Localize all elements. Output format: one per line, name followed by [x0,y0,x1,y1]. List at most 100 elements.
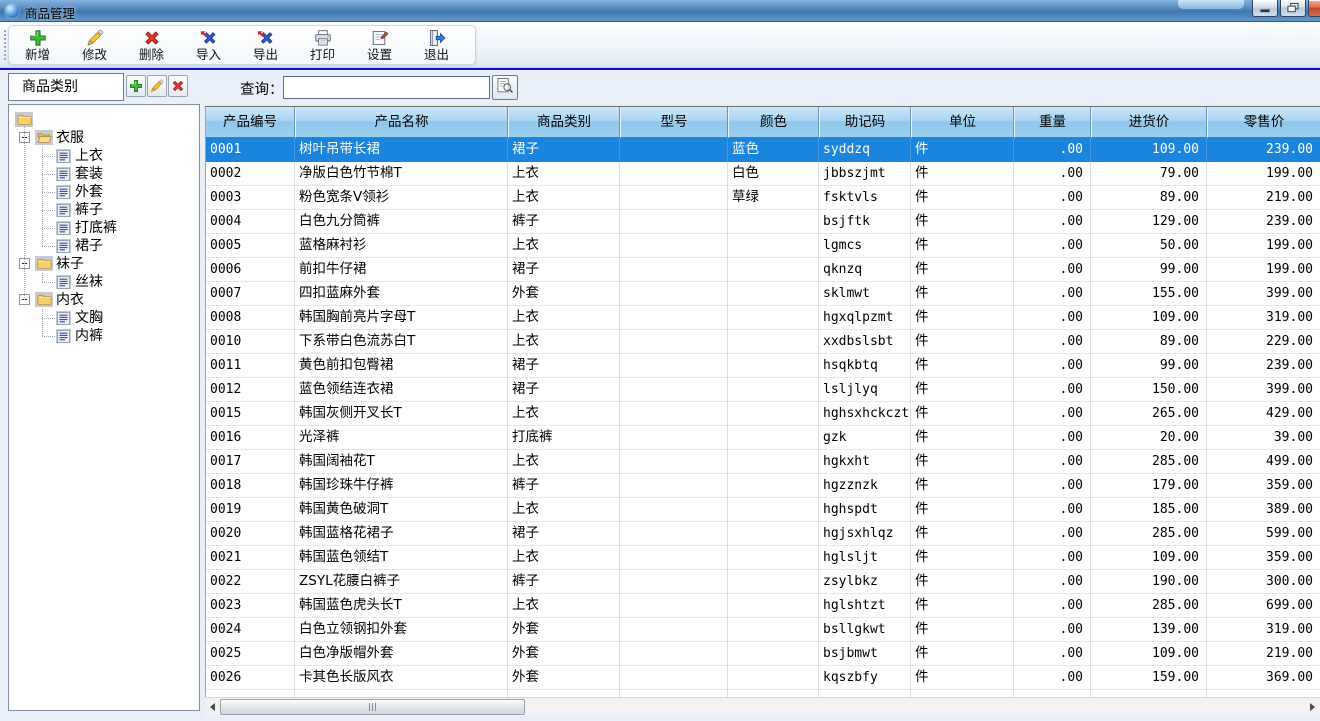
scroll-left-arrow[interactable] [205,698,220,716]
tree-item-内衣[interactable]: 内衣 [9,291,199,309]
table-row[interactable]: 0023韩国蓝色虎头长T上衣hglshtzt件.00285.00699.00 [206,594,1320,618]
tree-item-外套[interactable]: 外套 [9,183,199,201]
column-header-1[interactable]: 产品名称 [295,107,508,138]
tree-item-丝袜[interactable]: 丝袜 [9,273,199,291]
table-cell: 草绿 [728,186,819,210]
column-header-4[interactable]: 颜色 [728,107,819,138]
table-cell: 韩国黄色破洞T [295,498,508,522]
table-row[interactable]: 0004白色九分筒裤裤子bsjftk件.00129.00239.00 [206,210,1320,234]
main-content: 商品类别 查询： 衣服上衣套装外套裤子打底裤裙子袜子丝袜内衣文胸内裤 产品编号产… [0,70,1320,721]
add-category-button[interactable] [126,75,146,97]
query-search-button[interactable] [492,75,518,100]
toolbar-button-edit[interactable]: 修改 [66,26,123,64]
table-row[interactable]: 0015韩国灰侧开叉长T上衣hghsxhckczt件.00265.00429.0… [206,402,1320,426]
table-cell: 上衣 [508,402,620,426]
table-row[interactable]: 0017韩国阔袖花T上衣hgkxht件.00285.00499.00 [206,450,1320,474]
scrollbar-thumb[interactable] [220,699,525,715]
table-row[interactable]: 0008韩国胸前亮片字母T上衣hgxqlpzmt件.00109.00319.00 [206,306,1320,330]
tree-item-上衣[interactable]: 上衣 [9,147,199,165]
table-cell [620,234,728,258]
tree-item-套装[interactable]: 套装 [9,165,199,183]
toolbar-button-settings[interactable]: 设置 [351,26,408,64]
table-row[interactable]: 0001树叶吊带长裙裙子蓝色syddzq件.00109.00239.00 [206,138,1320,162]
table-row[interactable]: 0019韩国黄色破洞T上衣hghspdt件.00185.00389.00 [206,498,1320,522]
column-header-0[interactable]: 产品编号 [206,107,295,138]
tree-item-内裤[interactable]: 内裤 [9,327,199,345]
table-row[interactable]: 0006前扣牛仔裙裙子qknzq件.0099.00199.00 [206,258,1320,282]
tree-item-文胸[interactable]: 文胸 [9,309,199,327]
table-cell: 0011 [206,354,295,378]
tree-item-袜子[interactable]: 袜子 [9,255,199,273]
table-cell: 0001 [206,138,295,162]
exit-icon [428,29,446,47]
table-row[interactable]: 0002净版白色竹节棉T上衣白色jbbszjmt件.0079.00199.00 [206,162,1320,186]
table-row[interactable]: 0010下系带白色流苏白T上衣xxdbslsbt件.0089.00229.00 [206,330,1320,354]
tree-item-裙子[interactable]: 裙子 [9,237,199,255]
toolbar-button-exit[interactable]: 退出 [408,26,465,64]
table-cell: 打底裤 [508,426,620,450]
column-header-6[interactable]: 单位 [911,107,1014,138]
column-header-2[interactable]: 商品类别 [508,107,620,138]
toolbar-button-print[interactable]: 打印 [294,26,351,64]
toolbar-button-import[interactable]: 导入 [180,26,237,64]
scroll-right-arrow[interactable] [1305,698,1320,716]
table-cell: 285.00 [1091,594,1207,618]
toolbar-button-delete[interactable]: 删除 [123,26,180,64]
tree-item-衣服[interactable]: 衣服 [9,129,199,147]
table-row[interactable]: 0003粉色宽条V领衫上衣草绿fsktvls件.0089.00219.00 [206,186,1320,210]
table-row[interactable]: 0022ZSYL花腰白裤子裤子zsylbkz件.00190.00300.00 [206,570,1320,594]
table-cell: sklmwt [819,282,911,306]
edit-category-button[interactable] [147,75,167,97]
column-header-3[interactable]: 型号 [620,107,728,138]
table-row[interactable]: 0018韩国珍珠牛仔裤裤子hgzznzk件.00179.00359.00 [206,474,1320,498]
table-cell: hgzznzk [819,474,911,498]
table-cell: 件 [911,666,1014,690]
table-cell: 129.00 [1091,210,1207,234]
horizontal-scrollbar[interactable] [205,697,1320,716]
table-cell: 上衣 [508,450,620,474]
restore-button[interactable] [1280,0,1306,17]
table-cell: 粉色宽条V领衫 [295,186,508,210]
toolbar-button-export[interactable]: 导出 [237,26,294,64]
table-row[interactable]: 0021韩国蓝色领结T上衣hglsljt件.00109.00359.00 [206,546,1320,570]
table-row[interactable]: 0007四扣蓝麻外套外套sklmwt件.00155.00399.00 [206,282,1320,306]
tree-item-打底裤[interactable]: 打底裤 [9,219,199,237]
tree-item-root[interactable] [9,111,199,129]
tree-connector-line [42,174,55,175]
tree-item-裤子[interactable]: 裤子 [9,201,199,219]
toolbar-button-add[interactable]: 新增 [9,26,66,64]
table-cell: 光泽裤 [295,426,508,450]
column-header-9[interactable]: 零售价 [1207,107,1320,138]
toolbar-grip-handle[interactable] [4,30,6,60]
column-header-8[interactable]: 进货价 [1091,107,1207,138]
query-input[interactable] [283,76,490,99]
toolbar-button-label: 打印 [310,47,335,63]
table-row[interactable]: 0024白色立领钢扣外套外套bsllgkwt件.00139.00319.00 [206,618,1320,642]
table-row[interactable]: 0005蓝格麻衬衫上衣lgmcs件.0050.00199.00 [206,234,1320,258]
table-cell: 韩国珍珠牛仔裤 [295,474,508,498]
table-cell: jbbszjmt [819,162,911,186]
table-cell [620,186,728,210]
table-cell [620,306,728,330]
table-row[interactable]: 0011黄色前扣包臀裙裙子hsqkbtq件.0099.00239.00 [206,354,1320,378]
table-row[interactable]: 0016光泽裤打底裤gzk件.0020.0039.00 [206,426,1320,450]
column-header-5[interactable]: 助记码 [819,107,911,138]
table-row[interactable]: 0020韩国蓝格花裙子裙子hgjsxhlqz件.00285.00599.00 [206,522,1320,546]
table-cell [728,618,819,642]
column-header-7[interactable]: 重量 [1014,107,1091,138]
table-row[interactable]: 0026卡其色长版风衣外套kqszbfy件.00159.00369.00 [206,666,1320,690]
table-cell: 裤子 [508,210,620,234]
list-icon [56,239,71,253]
tree-item-label: 衣服 [56,129,84,147]
table-cell: 件 [911,426,1014,450]
table-row[interactable]: 0025白色净版帽外套外套bsjbmwt件.00109.00219.00 [206,642,1320,666]
minimize-button[interactable] [1252,0,1278,17]
category-tree-panel: 衣服上衣套装外套裤子打底裤裙子袜子丝袜内衣文胸内裤 [8,104,200,711]
table-cell: 韩国蓝色领结T [295,546,508,570]
tab-product-category[interactable]: 商品类别 [8,73,124,101]
table-cell: 件 [911,402,1014,426]
table-row[interactable]: 0012蓝色领结连衣裙裙子lsljlyq件.00150.00399.00 [206,378,1320,402]
delete-category-button[interactable] [168,75,188,97]
close-button[interactable] [1308,0,1320,17]
table-cell [620,162,728,186]
